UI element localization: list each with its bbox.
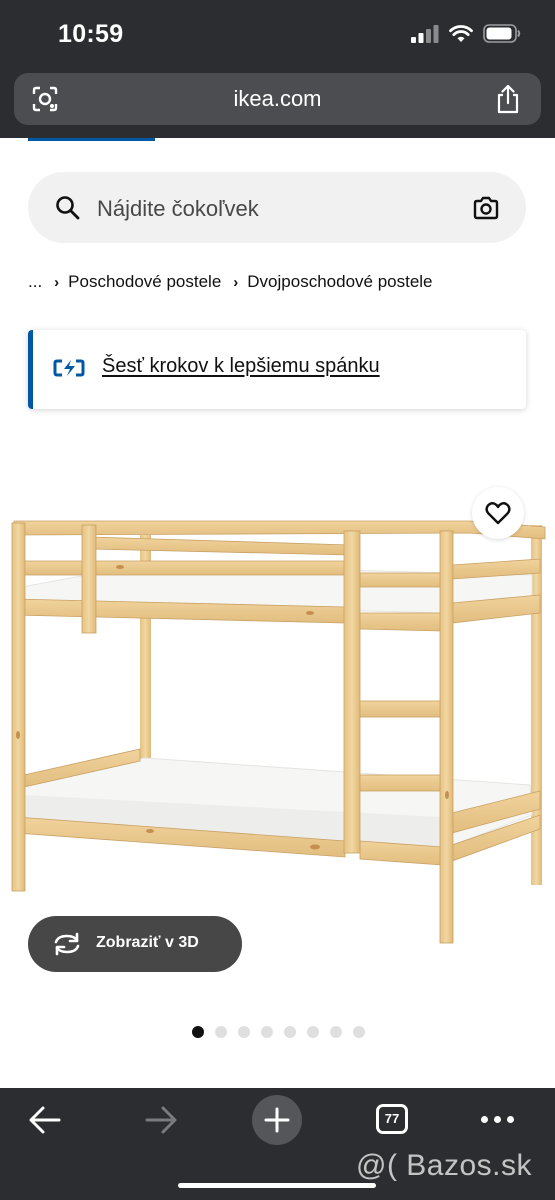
carousel-dot[interactable] <box>238 1026 250 1038</box>
breadcrumb-item-double-bunk-beds[interactable]: Dvojposchodové postele <box>247 272 432 292</box>
product-image-bunk-bed[interactable] <box>0 495 555 955</box>
browser-address-area: ikea.com <box>0 62 555 138</box>
breadcrumb-item-bunk-beds[interactable]: Poschodové postele <box>68 272 221 292</box>
sleep-badge-icon <box>53 359 85 377</box>
address-bar[interactable]: ikea.com <box>14 73 541 125</box>
view-3d-label: Zobraziť v 3D <box>96 934 199 951</box>
search-bar[interactable]: Nájdite čokoľvek <box>28 172 526 243</box>
back-arrow-icon[interactable] <box>28 1105 62 1135</box>
breadcrumb-ellipsis[interactable]: ... <box>28 272 42 292</box>
carousel-dot[interactable] <box>215 1026 227 1038</box>
tabs-icon[interactable]: 77 <box>376 1104 408 1134</box>
share-icon[interactable] <box>495 84 521 114</box>
carousel-dot[interactable] <box>284 1026 296 1038</box>
search-icon <box>56 196 80 220</box>
favorite-button[interactable] <box>472 487 524 539</box>
new-tab-button[interactable] <box>252 1095 302 1145</box>
sleep-tips-banner[interactable]: Šesť krokov k lepšiemu spánku <box>28 330 526 409</box>
carousel-dot[interactable] <box>261 1026 273 1038</box>
url-text[interactable]: ikea.com <box>14 86 541 112</box>
battery-icon <box>483 24 521 43</box>
camera-icon[interactable] <box>472 195 500 221</box>
status-icons <box>411 24 521 43</box>
search-input[interactable]: Nájdite čokoľvek <box>97 196 259 222</box>
more-icon[interactable] <box>481 1116 514 1123</box>
chevron-right-icon: › <box>233 273 239 291</box>
chevron-right-icon: › <box>54 273 60 291</box>
carousel-dot[interactable] <box>307 1026 319 1038</box>
watermark: @( Bazos.sk <box>356 1149 532 1182</box>
status-time: 10:59 <box>58 20 124 48</box>
sleep-tips-link[interactable]: Šesť krokov k lepšiemu spánku <box>102 355 380 378</box>
image-carousel-dots <box>192 1026 365 1038</box>
carousel-dot[interactable] <box>192 1026 204 1038</box>
wifi-icon <box>449 24 473 42</box>
signal-icon <box>411 24 439 43</box>
carousel-dot[interactable] <box>353 1026 365 1038</box>
status-bar: 10:59 <box>0 0 555 62</box>
rotate-3d-icon <box>54 932 80 956</box>
forward-arrow-icon[interactable] <box>144 1105 178 1135</box>
carousel-dot[interactable] <box>330 1026 342 1038</box>
heart-icon <box>485 502 511 525</box>
home-indicator <box>178 1183 376 1188</box>
nav-active-indicator <box>28 138 155 141</box>
breadcrumb: ... › Poschodové postele › Dvojposchodov… <box>28 272 433 292</box>
plus-icon <box>264 1107 290 1133</box>
view-3d-button[interactable]: Zobraziť v 3D <box>28 916 242 972</box>
